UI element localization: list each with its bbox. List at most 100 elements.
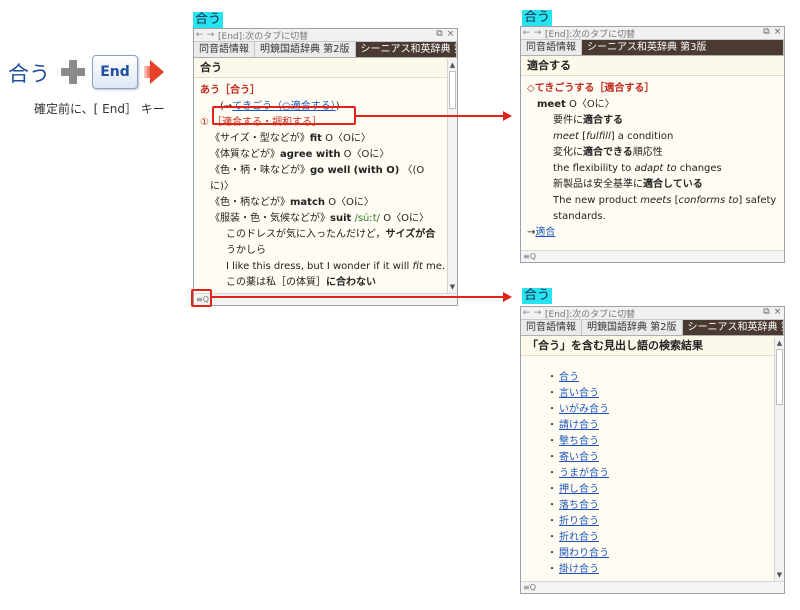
window-top-footer: ≡Q xyxy=(521,250,784,262)
result-link[interactable]: 言い合う xyxy=(559,388,599,399)
window-main-tag: 合う xyxy=(193,12,224,28)
window-top: ← → [End]:次のタブに切替 ⧉ × 同音語情報 シーニアス和英辞典 第3… xyxy=(520,26,785,263)
tab-homophone[interactable]: 同音語情報 xyxy=(521,40,582,55)
example-ja: 変化に適合できる順応性 xyxy=(553,147,663,158)
result-link[interactable]: 落ち合う xyxy=(559,500,599,511)
search-results-list: ・合う ・言い合う ・いがみ合う ・請け合う ・撃ち合う ・寄い合う ・うまが合… xyxy=(521,356,784,578)
tab-homophone[interactable]: 同音語情報 xyxy=(194,42,255,57)
result-link[interactable]: 折り合う xyxy=(559,516,599,527)
list-item: ・撃ち合う xyxy=(547,436,599,447)
window-top-tag: 合う xyxy=(522,10,553,26)
result-link[interactable]: 撃ち合う xyxy=(559,436,599,447)
related-link[interactable]: 適合 xyxy=(535,227,555,238)
restore-icon[interactable]: ⧉ xyxy=(761,307,772,319)
sense-line: 《服装・色・気候などが》suit /súːt/ O〈Oに〉 xyxy=(210,213,429,224)
sense-line: 《サイズ・型などが》fit O〈Oに〉 xyxy=(210,133,371,144)
search-icon[interactable]: ≡Q xyxy=(523,583,536,592)
list-item: ・折り合う xyxy=(547,516,599,527)
result-link[interactable]: 請け合う xyxy=(559,420,599,431)
tab-meikyo[interactable]: 明鏡国語辞典 第2版 xyxy=(582,320,683,335)
example-ja: 新製品は安全基準に適合している xyxy=(553,179,703,190)
arrow-right-icon xyxy=(150,60,164,84)
window-main-topbar: ← → [End]:次のタブに切替 ⧉ × xyxy=(194,29,457,42)
list-item: ・落ち合う xyxy=(547,500,599,511)
list-item: ・いがみ合う xyxy=(547,404,609,415)
tab-genius[interactable]: シーニアス和英辞典 第… xyxy=(355,42,457,57)
list-item: ・関わり合う xyxy=(547,548,609,559)
tab-switch-hint: [End]:次のタブに切替 xyxy=(545,309,636,320)
back-icon[interactable]: ← xyxy=(521,308,532,318)
connector-line-top xyxy=(356,115,504,117)
list-item: ・折れ合う xyxy=(547,532,599,543)
forward-icon[interactable]: → xyxy=(532,28,543,38)
dictionary-tabs: 同音語情報 明鏡国語辞典 第2版 シーニアス和英辞典 第… xyxy=(521,320,784,336)
window-main: ← → [End]:次のタブに切替 ⧉ × 同音語情報 明鏡国語辞典 第2版 シ… xyxy=(193,28,458,306)
highlight-search-button xyxy=(191,289,212,307)
entry-body: ◇てきごうする［適合する］ meet O〈Oに〉 要件に適合する meet [f… xyxy=(521,76,784,246)
restore-icon[interactable]: ⧉ xyxy=(761,27,772,39)
result-link[interactable]: 合う xyxy=(559,372,579,383)
window-bottom-tag: 合う xyxy=(522,288,553,304)
list-item: ・合う xyxy=(547,372,579,383)
related-link-line: →適合 xyxy=(527,227,556,238)
window-bottom-topbar: ← → [End]:次のタブに切替 ⧉ × xyxy=(521,307,784,320)
close-icon[interactable]: × xyxy=(445,29,456,41)
restore-icon[interactable]: ⧉ xyxy=(434,29,445,41)
list-item: ・寄い合う xyxy=(547,452,599,463)
tab-homophone[interactable]: 同音語情報 xyxy=(521,320,582,335)
example-en: I like this dress, but I wonder if it wi… xyxy=(226,261,446,272)
back-icon[interactable]: ← xyxy=(194,30,205,40)
result-link[interactable]: 掛け合う xyxy=(559,564,599,575)
example-en: the flexibility to adapt to changes xyxy=(553,163,722,174)
result-link[interactable]: 関わり合う xyxy=(559,548,609,559)
dictionary-tabs: 同音語情報 シーニアス和英辞典 第3版 xyxy=(521,40,784,56)
connector-arrowhead-bottom xyxy=(503,292,512,302)
list-item: ・押し合う xyxy=(547,484,599,495)
tab-meikyo[interactable]: 明鏡国語辞典 第2版 xyxy=(255,42,356,57)
list-item: ・言い合う xyxy=(547,388,599,399)
scroll-down-icon[interactable]: ▼ xyxy=(775,571,784,579)
example-ja: このドレスが気に入ったんだけど，サイズが合 xyxy=(226,229,436,240)
example-ja: うかしら xyxy=(226,245,266,256)
sense-line: 《色・柄・味などが》go well (with O) 〈(O xyxy=(210,165,425,176)
sense-line: 《色・柄などが》match O〈Oに〉 xyxy=(210,197,374,208)
window-main-footer: ≡Q xyxy=(194,293,457,305)
tab-genius[interactable]: シーニアス和英辞典 第3版 xyxy=(582,40,784,55)
scroll-thumb[interactable] xyxy=(449,71,456,109)
example-ja: この薬は私［の体質］に合わない xyxy=(226,277,376,288)
close-icon[interactable]: × xyxy=(772,307,783,319)
scroll-up-icon[interactable]: ▲ xyxy=(775,339,784,347)
close-icon[interactable]: × xyxy=(772,27,783,39)
back-icon[interactable]: ← xyxy=(521,28,532,38)
example-ja: 要件に適合する xyxy=(553,115,623,126)
result-link[interactable]: 押し合う xyxy=(559,484,599,495)
scroll-up-icon[interactable]: ▲ xyxy=(448,61,457,69)
forward-icon[interactable]: → xyxy=(532,308,543,318)
tab-switch-hint: [End]:次のタブに切替 xyxy=(545,29,636,40)
scroll-down-icon[interactable]: ▼ xyxy=(448,283,457,291)
tab-genius[interactable]: シーニアス和英辞典 第… xyxy=(682,320,784,335)
tab-switch-hint: [End]:次のタブに切替 xyxy=(218,31,309,42)
result-link[interactable]: 折れ合う xyxy=(559,532,599,543)
scroll-thumb[interactable] xyxy=(776,349,783,405)
list-item: ・掛け合う xyxy=(547,564,599,575)
vertical-scrollbar[interactable]: ▲ ▼ xyxy=(447,59,457,293)
typed-word: 合う xyxy=(8,62,50,86)
sense-line: に)〉 xyxy=(210,181,234,192)
result-link[interactable]: いがみ合う xyxy=(559,404,609,415)
dictionary-tabs: 同音語情報 明鏡国語辞典 第2版 シーニアス和英辞典 第… xyxy=(194,42,457,58)
highlight-cross-reference xyxy=(212,106,356,125)
search-results-heading: 「合う」を含む見出し語の検索結果 xyxy=(521,336,784,356)
result-link[interactable]: 寄い合う xyxy=(559,452,599,463)
entry-reading: ◇てきごうする［適合する］ xyxy=(527,83,655,94)
connector-line-bottom xyxy=(212,296,504,298)
forward-icon[interactable]: → xyxy=(205,30,216,40)
entry-headword: 適合する xyxy=(521,56,784,76)
result-link[interactable]: うまが合う xyxy=(559,468,609,479)
plus-icon xyxy=(61,60,85,84)
example-en: The new product meets [conforms to] safe… xyxy=(553,195,777,206)
list-item: ・うまが合う xyxy=(547,468,609,479)
vertical-scrollbar[interactable]: ▲ ▼ xyxy=(774,337,784,581)
connector-arrowhead-top xyxy=(503,111,512,121)
search-icon[interactable]: ≡Q xyxy=(523,252,536,261)
